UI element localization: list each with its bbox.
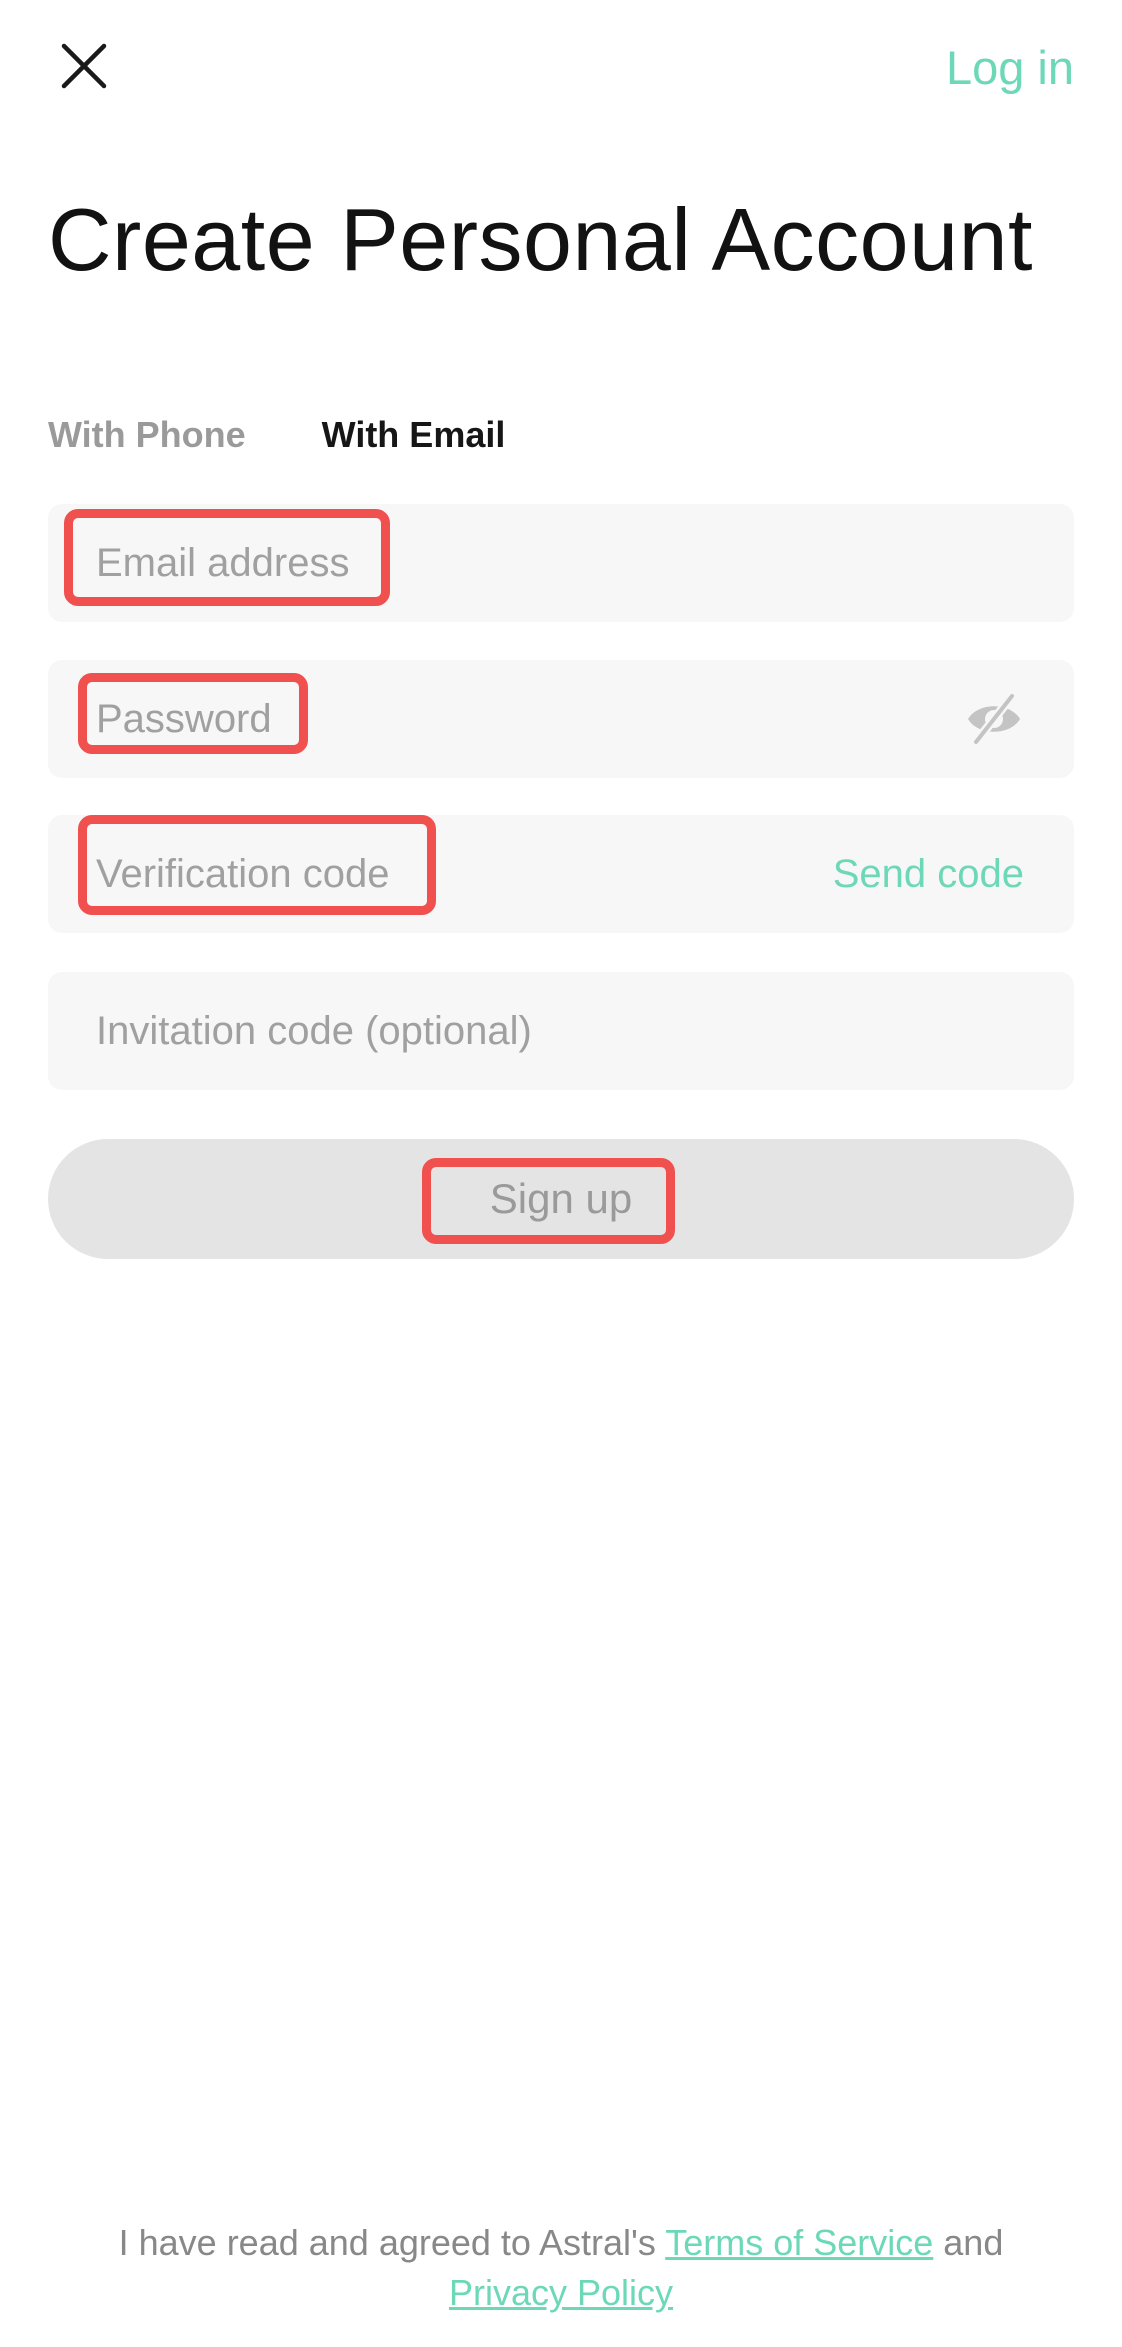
password-field[interactable]: Password xyxy=(48,660,1074,778)
login-link[interactable]: Log in xyxy=(946,36,1074,100)
password-placeholder: Password xyxy=(96,697,272,741)
signup-method-tabs: With Phone With Email xyxy=(48,410,505,460)
tab-with-email[interactable]: With Email xyxy=(322,410,506,460)
tab-with-phone[interactable]: With Phone xyxy=(48,410,246,460)
signup-label: Sign up xyxy=(489,1175,633,1222)
terms-of-service-link[interactable]: Terms of Service xyxy=(665,2222,933,2263)
page-title: Create Personal Account xyxy=(48,190,1033,289)
terms-prefix: I have read and agreed to Astral's xyxy=(118,2222,666,2263)
privacy-policy-link[interactable]: Privacy Policy xyxy=(449,2272,673,2313)
close-icon xyxy=(61,43,107,89)
eye-off-icon[interactable] xyxy=(964,692,1024,746)
verification-placeholder: Verification code xyxy=(96,852,390,896)
invitation-code-field[interactable]: Invitation code (optional) xyxy=(48,972,1074,1090)
email-placeholder: Email address xyxy=(96,541,350,585)
email-field[interactable]: Email address xyxy=(48,504,1074,622)
terms-agreement: I have read and agreed to Astral's Terms… xyxy=(0,2218,1122,2318)
invitation-placeholder: Invitation code (optional) xyxy=(96,1009,532,1053)
signup-button[interactable]: Sign up xyxy=(48,1139,1074,1259)
send-code-button[interactable]: Send code xyxy=(833,815,1024,933)
close-button[interactable] xyxy=(48,30,120,102)
terms-middle: and xyxy=(933,2222,1004,2263)
verification-code-field[interactable]: Verification code Send code xyxy=(48,815,1074,933)
